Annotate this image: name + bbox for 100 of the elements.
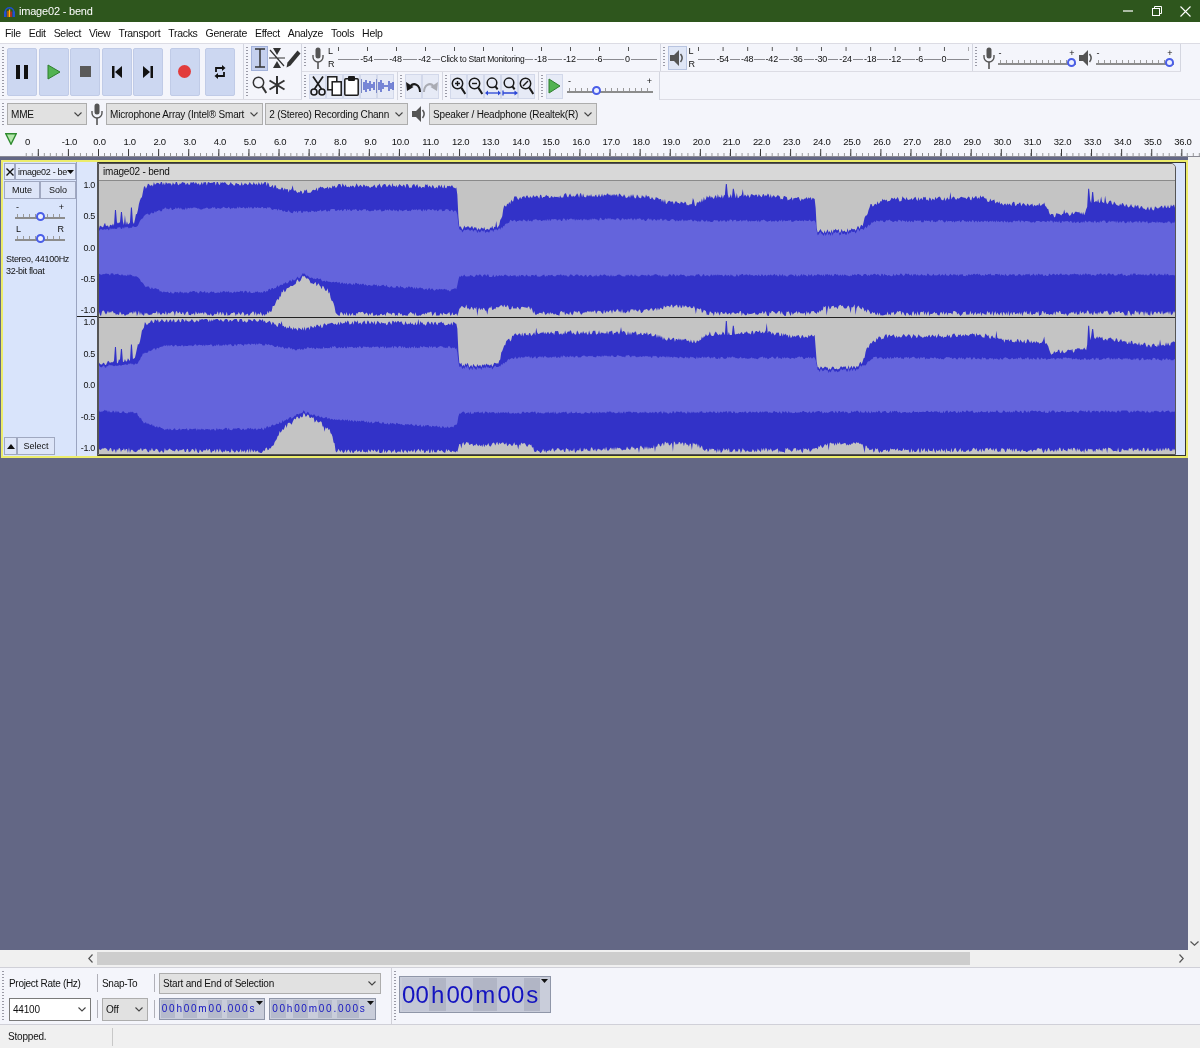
triangle-down-icon[interactable]: [541, 979, 549, 983]
menu-item[interactable]: Select: [49, 25, 86, 40]
window-title: image02 - bend: [19, 5, 93, 17]
restore-icon: [1151, 6, 1162, 16]
triangle-marker-icon[interactable]: [5, 133, 17, 145]
timeline-label: 27.0: [903, 136, 921, 149]
zoom-toggle-button[interactable]: [518, 73, 535, 99]
microphone-icon: [91, 103, 103, 125]
solo-button[interactable]: Solo: [40, 181, 76, 199]
copy-button[interactable]: [326, 73, 343, 99]
recording-channels-dropdown[interactable]: 2 (Stereo) Recording Chann: [265, 103, 409, 125]
record-icon: [178, 65, 192, 78]
magnifier-bracket-icon: [501, 76, 518, 96]
timeline-label: 22.0: [752, 136, 771, 149]
undo-button[interactable]: [405, 73, 422, 99]
menu-item[interactable]: Effect: [250, 25, 284, 40]
menu-item[interactable]: Tools: [327, 25, 359, 40]
playback-device-dropdown[interactable]: Speaker / Headphone (Realtek(R): [429, 103, 598, 125]
timeline-label: 20.0: [692, 136, 710, 149]
timeline-label: 23.0: [783, 136, 801, 149]
slider-thumb[interactable]: [1164, 57, 1174, 67]
recording-volume-slider[interactable]: [997, 57, 1076, 67]
amplitude-label: -1.0: [80, 305, 95, 316]
zoom-out-button[interactable]: [467, 73, 484, 99]
track-close-button[interactable]: [4, 163, 16, 180]
recording-device-dropdown[interactable]: Microphone Array (Intel® Smart: [106, 103, 264, 125]
toolbar-grabber[interactable]: [974, 47, 977, 68]
slider-min-label: -: [568, 77, 571, 86]
timeline-label: 16.0: [572, 136, 590, 149]
recording-meter-button[interactable]: [309, 45, 326, 70]
menu-item[interactable]: File: [1, 25, 25, 40]
chevron-left-icon[interactable]: [88, 954, 93, 963]
menu-item[interactable]: Edit: [24, 25, 50, 40]
chevron-down-icon: [368, 980, 376, 986]
project-rate-dropdown[interactable]: 44100: [9, 997, 91, 1021]
playback-volume-slider[interactable]: [1095, 57, 1174, 67]
slider-thumb[interactable]: [592, 86, 602, 95]
timeline-label: 26.0: [873, 136, 891, 149]
chevron-right-icon[interactable]: [1179, 954, 1184, 963]
speaker-icon: [1078, 48, 1093, 67]
menu-item[interactable]: Generate: [201, 25, 251, 40]
audio-host-dropdown[interactable]: MME: [7, 103, 87, 125]
menu-item[interactable]: Analyze: [283, 25, 328, 40]
stop-icon: [79, 66, 91, 77]
zoom-in-icon: [451, 77, 466, 95]
amplitude-label: 1.0: [83, 317, 95, 328]
selection-end-time[interactable]: 00h00m00.000s: [269, 998, 376, 1020]
fit-project-button[interactable]: [501, 73, 518, 99]
silence-button[interactable]: [377, 73, 394, 99]
bracketed-waveform-icon: [360, 79, 377, 93]
selection-start-time[interactable]: 00h00m00.000s: [159, 998, 266, 1020]
timeline-label: 35.0: [1144, 136, 1162, 149]
slider-thumb[interactable]: [1066, 57, 1076, 67]
track-name-menu[interactable]: image02 - be: [15, 163, 76, 180]
pause-button[interactable]: [7, 47, 37, 96]
close-icon: [5, 167, 14, 176]
selection-mode-dropdown[interactable]: Start and End of Selection: [159, 972, 381, 994]
triangle-down-icon[interactable]: [256, 1001, 264, 1005]
amplitude-label: 0.0: [83, 380, 95, 391]
channel-label: R: [688, 58, 695, 70]
cut-button[interactable]: [309, 73, 326, 99]
amplitude-label: 1.0: [83, 180, 95, 191]
mute-button[interactable]: Mute: [4, 181, 40, 199]
menu-item[interactable]: Help: [358, 25, 387, 40]
paste-button[interactable]: [343, 73, 360, 99]
zoom-in-button[interactable]: [450, 73, 467, 99]
skip-to-end-button[interactable]: [133, 47, 164, 96]
scrollbar-thumb[interactable]: [97, 952, 970, 965]
record-button[interactable]: [169, 47, 200, 96]
stop-button[interactable]: [70, 47, 101, 96]
slider-max-label: R: [57, 225, 64, 234]
skip-to-end-icon: [143, 65, 154, 78]
slider-thumb[interactable]: [35, 234, 45, 243]
app-icon: [4, 5, 15, 17]
amplitude-label: 0.0: [83, 242, 95, 254]
timeline-label: 7.0: [304, 136, 317, 149]
project-rate-label: Project Rate (Hz): [9, 977, 82, 989]
chevron-down-icon[interactable]: [1189, 941, 1199, 946]
menu-item[interactable]: View: [85, 25, 115, 40]
envelope-tool-button[interactable]: [268, 45, 285, 71]
slider-thumb[interactable]: [35, 212, 45, 221]
play-at-speed-button[interactable]: [546, 73, 563, 99]
triangle-down-icon[interactable]: [366, 1001, 374, 1005]
monitoring-prompt[interactable]: Click to Start Monitoring: [439, 52, 526, 65]
collapse-button[interactable]: [4, 437, 17, 455]
select-button[interactable]: Select: [17, 437, 55, 455]
amplitude-label: -0.5: [80, 273, 95, 285]
menu-item[interactable]: Transport: [114, 25, 165, 40]
skip-to-start-button[interactable]: [101, 47, 132, 96]
playback-meter-button[interactable]: [667, 45, 687, 70]
fit-selection-button[interactable]: [484, 73, 501, 99]
selection-tool-button[interactable]: [251, 45, 268, 71]
menu-item[interactable]: Tracks: [164, 25, 202, 40]
timeline-label: 6.0: [273, 136, 287, 149]
loop-button[interactable]: [204, 47, 235, 96]
copy-icon: [327, 76, 342, 96]
timeline-label: 8.0: [334, 136, 347, 149]
magnifier-double-arrow-icon: [484, 76, 501, 96]
snap-to-dropdown[interactable]: Off: [102, 997, 148, 1021]
time-display[interactable]: 00h00m00s: [399, 976, 552, 1013]
